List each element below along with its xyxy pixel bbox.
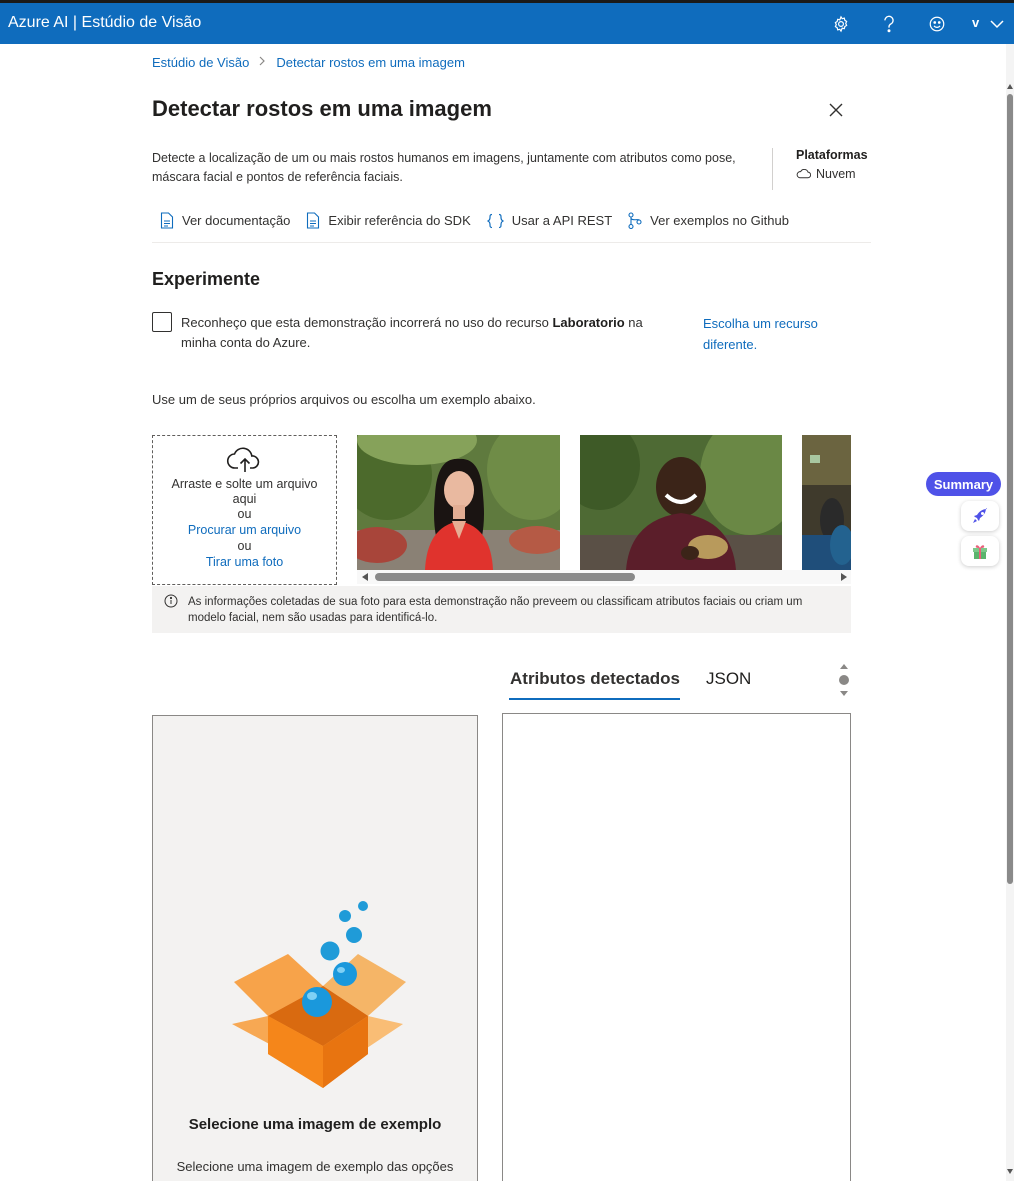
empty-state-title: Selecione uma imagem de exemplo [188,1116,442,1133]
consent-text: Reconheço que esta demonstração incorrer… [181,313,681,353]
close-button[interactable] [826,100,846,120]
link-rest-label: Usar a API REST [511,213,613,228]
gallery-scrollbar-thumb[interactable] [375,573,635,581]
user-avatar[interactable]: v [972,15,979,30]
dropzone-or-2: ou [237,539,252,553]
link-sdk-reference[interactable]: Exibir referência do SDK [306,212,471,229]
help-icon[interactable] [877,12,901,36]
file-dropzone[interactable]: Arraste e solte um arquivo aqui ou Procu… [152,435,337,585]
sample-image-2[interactable] [580,435,782,570]
braces-icon [486,213,504,228]
scroll-down-arrow[interactable] [1007,1169,1013,1174]
branch-icon [628,212,642,229]
tab-detected-attributes[interactable]: Atributos detectados [510,669,680,689]
platform-value-text: Nuvem [816,167,856,181]
document-icon [307,212,320,229]
privacy-info-text: As informações coletadas de sua foto par… [188,596,803,624]
consent-prefix: Reconheço que esta demonstração incorrer… [181,315,553,330]
scroll-left-arrow[interactable] [362,573,368,581]
rocket-icon [973,508,987,523]
results-panel [502,713,851,1181]
link-sdk-label: Exibir referência do SDK [328,213,471,228]
gift-icon [973,545,987,559]
link-github-samples[interactable]: Ver exemplos no Github [628,212,789,229]
rocket-button[interactable] [961,501,999,531]
active-tab-indicator [509,698,680,700]
gear-icon[interactable] [829,12,853,36]
page-scrollbar[interactable] [1006,44,1014,1181]
privacy-info-bar: As informações coletadas de sua foto par… [152,586,851,633]
breadcrumb-item-current[interactable]: Detectar rostos em uma imagem [276,55,465,70]
gift-button[interactable] [961,536,999,566]
browse-file-link[interactable]: Procurar um arquivo [153,522,336,539]
consent-resource-name: Laboratorio [552,315,625,330]
link-documentation-label: Ver documentação [182,213,291,228]
take-photo-link[interactable]: Tirar uma foto [153,554,336,571]
platform-info: Plataformas Nuvem [772,148,868,190]
gallery-scrollbar[interactable] [357,570,851,584]
empty-state-subtitle: Selecione uma imagem de exemplo das opçõ… [176,1159,454,1174]
scroll-up-arrow[interactable] [1007,84,1013,89]
dropzone-or-1: ou [237,507,252,521]
cloud-icon [796,169,811,179]
summary-button[interactable]: Summary [926,472,1001,496]
link-github-label: Ver exemplos no Github [650,213,789,228]
cloud-upload-icon [153,446,336,477]
top-bar: Azure AI | Estúdio de Visão v [0,0,1014,44]
experiment-title: Experimente [152,269,261,289]
chevron-down-icon[interactable] [990,16,1004,34]
box-illustration-icon [228,876,418,1096]
tabs-scroll-control[interactable] [838,662,850,698]
page-title: Detectar rostos em uma imagem [152,96,492,121]
consent-checkbox[interactable] [152,312,172,332]
smiley-icon[interactable] [925,12,949,36]
resource-links: Ver documentação Exibir referência do SD… [160,212,789,229]
scroll-right-arrow[interactable] [841,573,847,581]
sample-image-3[interactable] [802,435,851,570]
platform-value: Nuvem [796,167,868,181]
close-icon [829,103,843,117]
divider [152,242,871,243]
info-icon [164,594,178,613]
link-documentation[interactable]: Ver documentação [160,212,290,229]
app-title[interactable]: Azure AI | Estúdio de Visão [8,14,201,32]
document-icon [160,212,174,229]
scrollbar-thumb[interactable] [1007,94,1013,884]
image-preview-panel: Selecione uma imagem de exemplo Selecion… [152,715,478,1181]
choose-resource-link[interactable]: Escolha um recurso diferente. [703,313,843,355]
use-files-text: Use um de seus próprios arquivos ou esco… [152,392,536,407]
link-rest-api[interactable]: Usar a API REST [486,212,613,229]
dropzone-text: Arraste e solte um arquivo aqui [171,477,318,506]
breadcrumb: Estúdio de Visão Detectar rostos em uma … [152,55,465,70]
breadcrumb-item-studio[interactable]: Estúdio de Visão [152,55,249,70]
sample-image-1[interactable] [357,435,560,570]
tab-json[interactable]: JSON [706,669,751,689]
page-description: Detecte a localização de um ou mais rost… [152,151,736,184]
chevron-right-icon [259,56,266,69]
platform-title: Plataformas [796,148,868,162]
